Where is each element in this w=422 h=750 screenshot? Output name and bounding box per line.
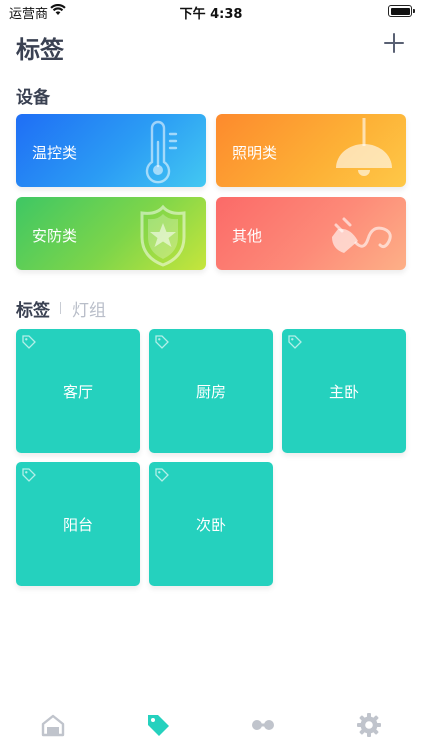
tag-icon: [22, 335, 36, 349]
device-card-lighting[interactable]: 照明类: [216, 114, 406, 187]
tag-tile-kitchen[interactable]: 厨房: [149, 329, 273, 453]
device-card-other[interactable]: 其他: [216, 197, 406, 270]
tag-icon: [22, 468, 36, 482]
battery-icon: [388, 5, 415, 17]
device-card-temperature[interactable]: 温控类: [16, 114, 206, 187]
status-bar: 运营商 下午 4:38: [0, 0, 422, 22]
device-card-security[interactable]: 安防类: [16, 197, 206, 270]
lamp-icon: [336, 118, 392, 176]
tag-tile-label: 阳台: [62, 516, 93, 534]
plug-icon: [332, 217, 392, 253]
tag-tile-master-bedroom[interactable]: 主卧: [282, 329, 406, 453]
settings-gear-icon[interactable]: [356, 712, 382, 738]
tag-icon: [288, 335, 302, 349]
tab-divider: [60, 302, 61, 314]
tag-tile-label: 次卧: [195, 516, 226, 534]
tag-tile-living-room[interactable]: 客厅: [16, 329, 140, 453]
status-time: 下午 4:38: [179, 7, 243, 22]
tag-tile-label: 主卧: [328, 383, 359, 401]
tag-tile-label: 厨房: [195, 383, 226, 401]
home-icon[interactable]: [40, 712, 66, 738]
devices-section-title: 设备: [16, 88, 50, 108]
tag-tile-second-bedroom[interactable]: 次卧: [149, 462, 273, 586]
tag-icon: [155, 335, 169, 349]
device-card-label: 其他: [232, 227, 263, 245]
device-card-label: 照明类: [232, 144, 278, 162]
device-card-label: 温控类: [32, 144, 78, 162]
thermometer-icon: [145, 120, 178, 184]
tag-tile-balcony[interactable]: 阳台: [16, 462, 140, 586]
tab-light-groups[interactable]: 灯组: [72, 296, 106, 321]
tag-icon[interactable]: [145, 712, 171, 738]
tag-icon: [155, 468, 169, 482]
tag-tile-label: 客厅: [62, 383, 93, 401]
link-icon[interactable]: [250, 712, 276, 738]
device-card-label: 安防类: [32, 227, 78, 245]
bottom-tab-bar: [0, 700, 422, 750]
tab-tags[interactable]: 标签: [16, 296, 50, 321]
page-title: 标签: [16, 36, 64, 64]
add-button[interactable]: [382, 31, 406, 55]
shield-star-icon: [140, 204, 186, 267]
